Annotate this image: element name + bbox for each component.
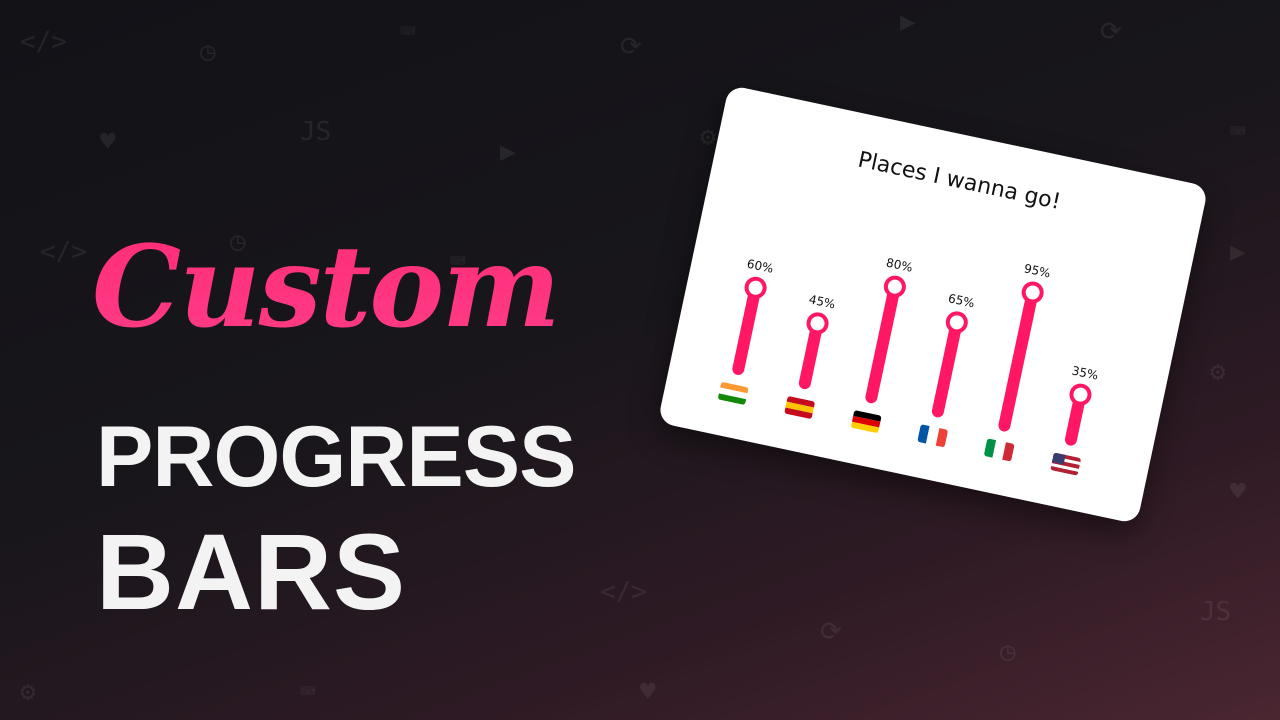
svg-text:♥: ♥ [640,677,656,707]
progress-bar-fill [864,284,901,405]
svg-text:JS: JS [300,117,331,147]
germany-flag-icon [850,409,882,434]
progress-percent-label: 80% [884,255,914,275]
spain-flag-icon [784,395,816,420]
india-flag-icon [717,381,749,406]
headline-line-2: BARS [96,511,407,632]
france-flag-icon [917,424,949,448]
svg-text:</>: </> [40,237,87,267]
svg-text:♥: ♥ [1230,477,1246,507]
svg-text:◷: ◷ [1000,637,1016,667]
progress-percent-label: 45% [807,292,837,312]
headline-script-text: Custom [92,222,561,353]
svg-text:♥: ♥ [100,127,116,157]
svg-text:JS: JS [1200,597,1231,627]
progress-bars-group: 60% 45% 80% 65% 95% 35% [704,191,1149,482]
svg-text:⚙: ⚙ [1210,357,1226,387]
progress-percent-label: 35% [1070,363,1100,383]
svg-text:◷: ◷ [200,37,216,67]
svg-text:▶: ▶ [1230,237,1246,267]
progress-percent-label: 65% [946,291,976,311]
usa-flag-icon [1050,452,1082,476]
progress-bar-fill [930,320,963,419]
progress-percent-label: 60% [745,256,775,276]
svg-text:⟳: ⟳ [820,617,842,647]
svg-text:⌨: ⌨ [300,677,316,707]
svg-text:⌨: ⌨ [400,17,416,47]
progress-percent-label: 95% [1022,261,1052,281]
svg-text:</>: </> [20,27,67,57]
svg-text:⚙: ⚙ [20,677,36,707]
headline-line-1: PROGRESS [96,409,576,505]
progress-bar-fill [731,285,762,377]
svg-text:⌨: ⌨ [1230,117,1246,147]
svg-text:⟳: ⟳ [1100,17,1122,47]
progress-bar-fill [997,290,1039,433]
svg-text:▶: ▶ [500,137,516,167]
italy-flag-icon [983,438,1015,462]
svg-text:⚙: ⚙ [700,122,716,152]
svg-text:⟳: ⟳ [620,32,642,62]
svg-text:</>: </> [600,577,647,607]
svg-text:▶: ▶ [900,7,916,37]
